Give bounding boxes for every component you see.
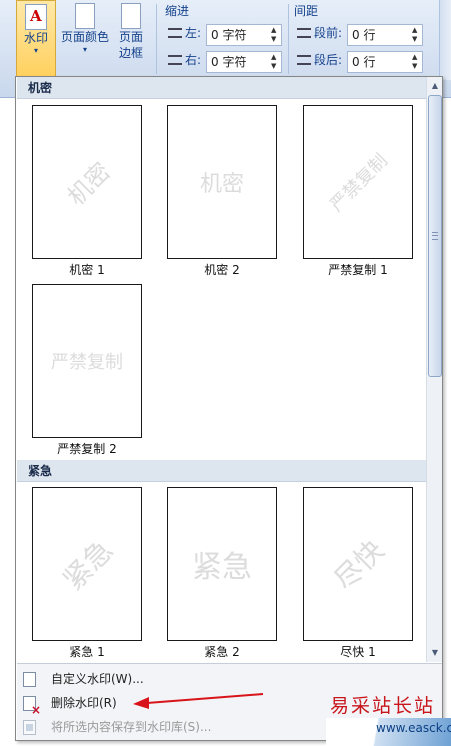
site-watermark-logo: 易采站长站 www.easck.com xyxy=(326,688,451,746)
watermark-thumb-confidential-2[interactable]: 机密 xyxy=(167,105,277,259)
watermark-preview-text: 机密 xyxy=(61,156,116,211)
watermark-preview-text: 紧急 xyxy=(56,533,120,597)
menu-item-label: 删除水印(R) xyxy=(51,696,117,710)
spacing-before-value: 0 行 xyxy=(352,28,376,42)
indent-left-value: 0 字符 xyxy=(211,28,247,42)
logo-url: www.easck.com xyxy=(376,721,451,735)
page-border-label-2: 边框 xyxy=(118,46,143,60)
indent-right-input[interactable]: 0 字符 ▲ ▼ xyxy=(206,51,282,73)
indent-right-row: 右: 0 字符 ▲ ▼ xyxy=(168,51,286,73)
page-border-button[interactable]: 页面 边框 xyxy=(114,0,148,80)
grip-icon xyxy=(432,232,438,240)
menu-item-custom-watermark[interactable]: 自定义水印(W)... xyxy=(17,668,442,690)
indent-right-label: 右: xyxy=(185,53,202,67)
indent-left-icon xyxy=(168,27,182,38)
spacing-group-title: 间距 xyxy=(294,4,319,18)
spacing-before-row: 段前: 0 行 ▲ ▼ xyxy=(297,24,427,46)
watermark-gallery: 机密 机密 机密 1 机密 机密 2 严禁复制 严禁复制 1 严禁复制 严禁复制… xyxy=(15,76,443,741)
spacing-before-input[interactable]: 0 行 ▲ ▼ xyxy=(347,24,423,46)
watermark-thumb-confidential-1[interactable]: 机密 xyxy=(32,105,142,259)
group-divider xyxy=(156,4,157,74)
chevron-down-icon: ▾ xyxy=(33,46,38,55)
indent-group-title: 缩进 xyxy=(165,4,190,18)
spin-arrows-icon[interactable]: ▲ ▼ xyxy=(412,53,420,71)
scroll-down-arrow-icon[interactable]: ▼ xyxy=(428,646,442,660)
menu-item-label: 将所选内容保存到水印库(S)... xyxy=(51,720,212,734)
scrollbar-thumb[interactable] xyxy=(428,95,442,377)
spacing-after-label: 段后: xyxy=(314,53,343,67)
indent-right-icon xyxy=(168,54,182,65)
annotation-arrow-head xyxy=(133,697,149,709)
spin-arrows-icon[interactable]: ▲ ▼ xyxy=(271,26,279,44)
watermark-caption: 机密 1 xyxy=(69,263,105,277)
watermark-thumb-urgent-2[interactable]: 紧急 xyxy=(167,487,277,641)
annotation-arrow-shaft xyxy=(146,693,264,704)
section-header-confidential: 机密 xyxy=(17,77,426,99)
spacing-after-row: 段后: 0 行 ▲ ▼ xyxy=(297,51,427,73)
indent-left-row: 左: 0 字符 ▲ ▼ xyxy=(168,24,286,46)
watermark-caption: 机密 2 xyxy=(204,263,240,277)
indent-left-input[interactable]: 0 字符 ▲ ▼ xyxy=(206,24,282,46)
watermark-thumb-asap-1[interactable]: 尽快 xyxy=(303,487,413,641)
group-divider xyxy=(288,4,289,74)
section-header-urgent: 紧急 xyxy=(17,460,426,482)
indent-right-value: 0 字符 xyxy=(211,55,247,69)
page-color-label: 页面颜色 xyxy=(60,30,109,44)
watermark-caption: 紧急 1 xyxy=(69,645,105,659)
watermark-preview-text: 机密 xyxy=(199,172,244,197)
custom-watermark-icon xyxy=(23,672,36,687)
indent-left-label: 左: xyxy=(185,26,202,40)
spacing-after-icon xyxy=(297,54,311,65)
watermark-thumb-do-not-copy-1[interactable]: 严禁复制 xyxy=(303,105,413,259)
spacing-before-icon xyxy=(297,27,311,38)
watermark-caption: 严禁复制 2 xyxy=(57,442,117,456)
watermark-caption: 尽快 1 xyxy=(340,645,376,659)
spacing-after-value: 0 行 xyxy=(352,55,376,69)
watermark-icon xyxy=(25,4,47,30)
spin-arrows-icon[interactable]: ▲ ▼ xyxy=(412,26,420,44)
page-color-button[interactable]: 页面颜色 ▾ xyxy=(60,0,110,80)
chevron-down-icon: ▾ xyxy=(82,45,87,54)
watermark-caption: 严禁复制 1 xyxy=(328,263,388,277)
watermark-button-label: 水印 xyxy=(23,31,48,45)
logo-text: 易采站长站 xyxy=(330,695,436,717)
menu-item-label: 自定义水印(W)... xyxy=(51,672,144,686)
save-to-gallery-icon xyxy=(23,720,36,735)
annotation-arrow xyxy=(133,693,264,709)
watermark-thumb-do-not-copy-2[interactable]: 严禁复制 xyxy=(32,284,142,438)
gallery-scrollbar[interactable]: ▲ ▼ xyxy=(426,77,442,662)
watermark-preview-text: 紧急 xyxy=(192,550,252,585)
watermark-preview-text: 严禁复制 xyxy=(51,352,123,373)
spacing-after-input[interactable]: 0 行 ▲ ▼ xyxy=(347,51,423,73)
watermark-button[interactable]: 水印 ▾ xyxy=(16,0,56,80)
spacing-before-label: 段前: xyxy=(314,26,343,40)
ribbon-overflow-edge xyxy=(439,0,451,80)
page-border-icon xyxy=(121,3,141,29)
watermark-caption: 紧急 2 xyxy=(204,645,240,659)
spin-arrows-icon[interactable]: ▲ ▼ xyxy=(271,53,279,71)
watermark-thumb-urgent-1[interactable]: 紧急 xyxy=(32,487,142,641)
page-border-label-1: 页面 xyxy=(118,30,143,44)
remove-watermark-icon xyxy=(23,696,41,716)
watermark-preview-text: 尽快 xyxy=(327,533,391,597)
watermark-preview-text: 严禁复制 xyxy=(326,150,392,216)
scroll-up-arrow-icon[interactable]: ▲ xyxy=(428,79,442,93)
page-color-icon xyxy=(75,3,95,29)
